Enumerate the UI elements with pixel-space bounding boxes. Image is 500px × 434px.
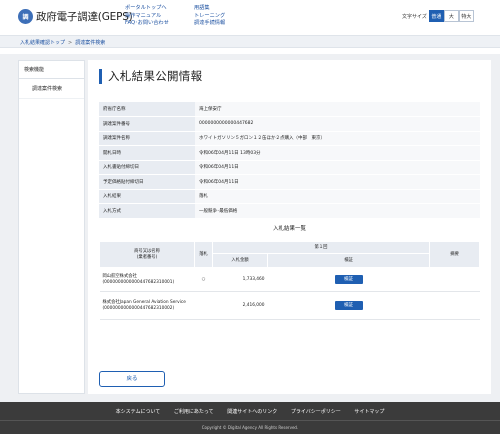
info-row: 入札方式 一般競争･最低価格 — [99, 203, 480, 219]
info-row: 調達案件名称 ホワイトガソリン５ガロン１２缶ほか２点購入（中部 東京） — [99, 131, 480, 146]
title-accent-bar — [99, 68, 102, 84]
geps-logo[interactable]: 調 政府電子調達(GEPS) — [18, 9, 133, 24]
info-key: 入札結果 — [99, 189, 195, 204]
footer-link-sitemap[interactable]: サイトマップ — [354, 409, 384, 415]
content-panel: 入札結果公開情報 府省庁名称 海上保安庁 調達案件番号 00000000000004… — [88, 60, 491, 394]
font-size-label: 文字サイズ — [402, 13, 427, 20]
info-row: 府省庁名称 海上保安庁 — [99, 102, 480, 117]
breadcrumb-result-top[interactable]: 入札結果確認トップ — [20, 40, 65, 46]
footer-link-privacy[interactable]: プライバシーポリシー — [291, 409, 341, 415]
font-size-xlarge-button[interactable]: 特大 — [458, 10, 474, 22]
table-row: 株式会社Japan General Aviation Service (00000… — [99, 291, 480, 320]
info-key: 予定価格貼付締切日 — [99, 174, 195, 190]
training-link[interactable]: トレーニング — [194, 13, 225, 21]
portal-top-link[interactable]: ポータルトップへ — [125, 5, 169, 13]
verify-button[interactable]: 検証 — [334, 275, 363, 284]
bid-amount: 1,733,460 — [212, 267, 268, 292]
copyright: Copyright © Digital Agency All Rights Re… — [201, 425, 299, 430]
info-key: 府省庁名称 — [99, 102, 195, 117]
info-row: 調達案件番号 0000000000000447682 — [99, 116, 480, 132]
info-row: 開札日時 令和06年04月11日 13時03分 — [99, 145, 480, 161]
col-remarks: 摘要 — [429, 241, 480, 268]
footer-link-usage[interactable]: ご利用にあたって — [174, 409, 214, 415]
result-table: 商号又は名称 (業者番号) 落札 第１回 摘要 入札金額 検証 岡山航空株式会社… — [99, 241, 480, 320]
info-value: 海上保安庁 — [195, 102, 480, 117]
company-number: (0000000000000447682310001) — [102, 279, 175, 285]
site-footer: 本システムについて ご利用にあたって 関連サイトへのリンク プライバシーポリシー… — [0, 402, 500, 434]
font-size-switcher: 文字サイズ 普通 大 特大 — [402, 10, 474, 22]
table-row: 岡山航空株式会社 (0000000000000447682310001) ○ 1,… — [99, 267, 480, 292]
faq-link[interactable]: FAQ･お問い合わせ — [125, 20, 169, 28]
geps-logo-icon: 調 — [18, 9, 33, 24]
page-title-text: 入札結果公開情報 — [108, 69, 203, 83]
page-title: 入札結果公開情報 — [99, 68, 202, 84]
info-value: 令和06年04月11日 13時03分 — [195, 145, 480, 161]
info-key: 調達案件番号 — [99, 116, 195, 132]
info-value: ホワイトガソリン５ガロン１２缶ほか２点購入（中部 東京） — [195, 131, 480, 146]
footer-link-related[interactable]: 関連サイトへのリンク — [227, 409, 277, 415]
remarks-cell — [429, 291, 480, 320]
awarded-mark: ○ — [194, 267, 213, 292]
col-amount: 入札金額 — [212, 253, 268, 268]
sidebar-heading: 検索機能 — [19, 61, 84, 79]
sidebar: 検索機能 調達案件検索 — [18, 60, 85, 394]
manual-link[interactable]: 操作マニュアル — [125, 13, 169, 21]
info-value: 一般競争･最低価格 — [195, 203, 480, 219]
font-size-large-button[interactable]: 大 — [443, 10, 459, 22]
footer-link-about[interactable]: 本システムについて — [116, 409, 161, 415]
procurement-info-link[interactable]: 調達手続情報 — [194, 20, 225, 28]
info-key: 調達案件名称 — [99, 131, 195, 146]
col-round: 第１回 — [212, 241, 430, 254]
main-area: 検索機能 調達案件検索 入札結果公開情報 府省庁名称 海上保安庁 調達案件番号 00… — [0, 54, 500, 402]
col-detail: 検証 — [267, 253, 430, 268]
info-value: 落札 — [195, 189, 480, 204]
info-row: 予定価格貼付締切日 令和06年04月11日 — [99, 174, 480, 190]
company-number: (0000000000000447682310002) — [102, 305, 175, 311]
col-company: 商号又は名称 (業者番号) — [99, 241, 195, 268]
info-key: 開札日時 — [99, 145, 195, 161]
header-links-col2: 用語集 トレーニング 調達手続情報 — [194, 5, 225, 28]
font-size-normal-button[interactable]: 普通 — [428, 10, 444, 22]
info-value: 0000000000000447682 — [195, 116, 480, 132]
awarded-mark — [194, 291, 213, 320]
info-key: 入札書貼付締切日 — [99, 160, 195, 175]
company-cell: 株式会社Japan General Aviation Service (00000… — [99, 291, 195, 320]
info-row: 入札書貼付締切日 令和06年04月11日 — [99, 160, 480, 175]
info-value: 令和06年04月11日 — [195, 160, 480, 175]
site-header: 調 政府電子調達(GEPS) ポータルトップへ 操作マニュアル FAQ･お問い合… — [0, 0, 500, 33]
remarks-cell — [429, 267, 480, 292]
result-list-title: 入札結果一覧 — [272, 226, 306, 232]
glossary-link[interactable]: 用語集 — [194, 5, 225, 13]
back-button[interactable]: 戻る — [99, 371, 165, 387]
sidebar-item-search[interactable]: 調達案件検索 — [19, 79, 84, 99]
site-title: 政府電子調達(GEPS) — [36, 11, 133, 23]
verify-button[interactable]: 検証 — [334, 301, 363, 310]
bid-amount: 2,416,000 — [212, 291, 268, 320]
breadcrumb: 入札結果確認トップ > 調達案件検索 — [0, 35, 500, 48]
header-links-col1: ポータルトップへ 操作マニュアル FAQ･お問い合わせ — [125, 5, 169, 28]
info-key: 入札方式 — [99, 203, 195, 219]
company-cell: 岡山航空株式会社 (0000000000000447682310001) — [99, 267, 195, 292]
breadcrumb-search[interactable]: 調達案件検索 — [75, 40, 105, 46]
info-value: 令和06年04月11日 — [195, 174, 480, 190]
breadcrumb-separator-icon: > — [68, 40, 73, 46]
footer-divider — [0, 420, 500, 421]
col-awarded: 落札 — [194, 241, 213, 268]
info-row: 入札結果 落札 — [99, 189, 480, 204]
footer-links: 本システムについて ご利用にあたって 関連サイトへのリンク プライバシーポリシー… — [0, 408, 500, 415]
company-name: 株式会社Japan General Aviation Service — [102, 300, 186, 305]
info-table: 府省庁名称 海上保安庁 調達案件番号 0000000000000447682 調達案… — [99, 102, 480, 219]
